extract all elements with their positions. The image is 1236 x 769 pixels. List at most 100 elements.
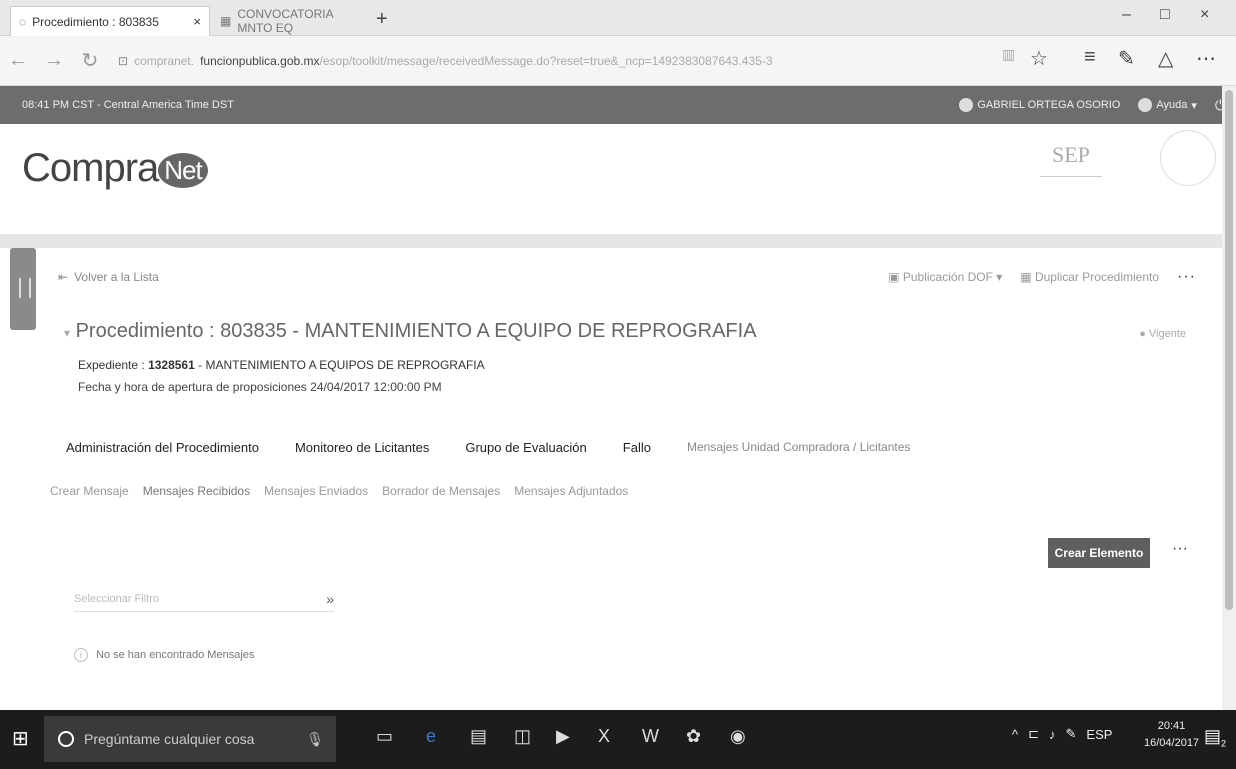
hub-icon[interactable]: ≡ <box>1084 46 1096 69</box>
more-icon[interactable]: ⋯ <box>1196 46 1216 71</box>
help-label: Ayuda <box>1156 99 1188 111</box>
close-window-button[interactable]: × <box>1200 6 1209 24</box>
reading-view-icon[interactable]: ▥ <box>1002 46 1015 63</box>
create-more-button[interactable]: ··· <box>1172 540 1188 558</box>
more-actions-button[interactable]: ··· <box>1177 268 1196 286</box>
time-zone-label: 08:41 PM CST - Central America Time DST <box>22 99 234 111</box>
forward-button[interactable]: → <box>36 49 72 72</box>
user-name: GABRIEL ORTEGA OSORIO <box>977 99 1121 111</box>
browser-tab-inactive[interactable]: ▦ CONVOCATORIA MNTO EQ <box>212 6 372 36</box>
filter-select[interactable]: Seleccionar Filtro » <box>74 586 334 612</box>
collapse-icon[interactable]: ▾ <box>64 326 70 340</box>
main-tabs: Administración del Procedimiento Monitor… <box>66 440 910 455</box>
tab-fallo[interactable]: Fallo <box>623 440 651 455</box>
subtab-mensajes-recibidos[interactable]: Mensajes Recibidos <box>143 484 250 498</box>
url-path: /esop/toolkit/message/receivedMessage.do… <box>319 53 773 68</box>
subtab-borrador[interactable]: Borrador de Mensajes <box>382 484 500 498</box>
lock-icon: ⊡ <box>118 53 129 68</box>
page-actions: ▣ Publicación DOF ▾ ▦ Duplicar Procedimi… <box>888 268 1196 286</box>
windows-taskbar: ⊞ Pregúntame cualquier cosa 🎙 ▭ e ▤ ◫ ▶ … <box>0 710 1236 769</box>
edge-icon[interactable]: e <box>426 726 436 747</box>
note-icon[interactable]: ✎ <box>1118 46 1135 71</box>
media-icon[interactable]: ▶ <box>556 726 570 747</box>
create-element-button[interactable]: Crear Elemento <box>1048 538 1150 568</box>
maximize-button[interactable]: □ <box>1160 6 1170 24</box>
status-badge: ● Vigente <box>1139 328 1186 340</box>
cortana-icon <box>58 731 74 747</box>
minimize-button[interactable]: – <box>1122 6 1131 24</box>
tab-grupo-evaluacion[interactable]: Grupo de Evaluación <box>465 440 586 455</box>
sep-logo: SEP <box>1040 142 1102 177</box>
tab-mensajes[interactable]: Mensajes Unidad Compradora / Licitantes <box>687 440 910 455</box>
back-button[interactable]: ← <box>0 49 36 72</box>
microphone-icon[interactable]: 🎙 <box>306 731 324 748</box>
help-icon <box>1138 98 1153 112</box>
pen-icon[interactable]: ✎ <box>1066 726 1077 742</box>
taskbar-search[interactable]: Pregúntame cualquier cosa 🎙 <box>44 716 336 762</box>
clock-time: 20:41 <box>1157 720 1186 732</box>
favorite-icon[interactable]: ☆ <box>1030 46 1048 71</box>
notification-count: 2 <box>1221 738 1227 749</box>
government-seal <box>1160 130 1216 186</box>
search-placeholder: Pregúntame cualquier cosa <box>84 731 255 747</box>
network-icon[interactable]: ⊏ <box>1028 726 1039 742</box>
back-to-list-link[interactable]: ⇤ Volver a la Lista <box>58 270 159 284</box>
scrollbar-thumb[interactable] <box>1225 90 1233 610</box>
empty-state: i No se han encontrado Mensajes <box>74 648 254 662</box>
tab-close-icon[interactable]: × <box>193 14 201 29</box>
publicacion-dof-link[interactable]: ▣ Publicación DOF ▾ <box>888 270 1002 284</box>
word-icon[interactable]: W <box>642 726 659 747</box>
side-panel-handle[interactable] <box>10 248 36 330</box>
tab-title: Procedimiento : 803835 <box>32 14 159 29</box>
compranet-logo: Compra Net <box>22 146 208 191</box>
start-button[interactable]: ⊞ <box>12 726 29 751</box>
divider-band <box>0 234 1236 248</box>
action-center-icon[interactable]: ▤2 <box>1204 726 1226 749</box>
system-tray: ^ ⊏ ♪ ✎ ESP <box>1012 726 1112 742</box>
address-bar: ← → ↻ ⊡ compranet. funcionpublica.gob.mx /… <box>0 36 1236 86</box>
language-indicator[interactable]: ESP <box>1086 727 1112 742</box>
volume-icon[interactable]: ♪ <box>1049 727 1056 742</box>
chevron-up-icon[interactable]: ^ <box>1012 727 1018 742</box>
sub-tabs: Crear Mensaje Mensajes Recibidos Mensaje… <box>50 484 628 498</box>
chrome-icon[interactable]: ◉ <box>730 726 746 747</box>
help-menu[interactable]: Ayuda ▾ <box>1138 98 1197 112</box>
tab-administracion[interactable]: Administración del Procedimiento <box>66 440 259 455</box>
browser-tab-active[interactable]: ◌ Procedimiento : 803835 × <box>10 6 210 36</box>
url-prefix: compranet. <box>134 53 195 68</box>
tab-monitoreo[interactable]: Monitoreo de Licitantes <box>295 440 429 455</box>
main-content: ⇤ Volver a la Lista ▣ Publicación DOF ▾ … <box>0 248 1236 710</box>
chevron-down-icon: ▾ <box>1191 99 1197 112</box>
user-icon <box>959 98 974 112</box>
store-icon[interactable]: ◫ <box>514 726 531 747</box>
tab-title: CONVOCATORIA MNTO EQ <box>237 7 333 35</box>
task-view-icon[interactable]: ▭ <box>376 726 393 747</box>
refresh-button[interactable]: ↻ <box>72 48 108 73</box>
expediente-line: Expediente : 1328561 - MANTENIMIENTO A E… <box>78 358 485 372</box>
duplicar-link[interactable]: ▦ Duplicar Procedimiento <box>1020 270 1159 284</box>
info-icon: i <box>74 648 88 662</box>
url-field[interactable]: ⊡ compranet. funcionpublica.gob.mx/esop/t… <box>118 54 773 68</box>
app-header-bar: 08:41 PM CST - Central America Time DST … <box>0 86 1236 124</box>
tab-favicon-icon: ◌ <box>19 14 27 29</box>
brand-strip: Compra Net SEP <box>0 124 1236 234</box>
clock-date: 16/04/2017 <box>1144 737 1200 749</box>
vertical-scrollbar[interactable] <box>1222 86 1236 710</box>
subtab-mensajes-enviados[interactable]: Mensajes Enviados <box>264 484 368 498</box>
tab-document-icon: ▦ <box>220 14 232 28</box>
subtab-adjuntados[interactable]: Mensajes Adjuntados <box>514 484 628 498</box>
paint-icon[interactable]: ✿ <box>686 726 701 747</box>
chevron-down-icon: » <box>326 590 334 607</box>
taskbar-clock[interactable]: 20:41 16/04/2017 <box>1144 718 1199 752</box>
filter-placeholder: Seleccionar Filtro <box>74 592 159 605</box>
new-tab-button[interactable]: + <box>376 8 388 31</box>
file-explorer-icon[interactable]: ▤ <box>470 726 487 747</box>
excel-icon[interactable]: X <box>598 726 610 747</box>
share-icon[interactable]: △ <box>1158 46 1173 71</box>
page-title: ▾ Procedimiento : 803835 - MANTENIMIENTO… <box>64 320 757 342</box>
user-menu[interactable]: GABRIEL ORTEGA OSORIO <box>959 98 1120 112</box>
arrow-left-icon: ⇤ <box>58 270 69 284</box>
url-domain: funcionpublica.gob.mx <box>200 53 320 68</box>
subtab-crear-mensaje[interactable]: Crear Mensaje <box>50 484 129 498</box>
browser-tab-bar: ◌ Procedimiento : 803835 × ▦ CONVOCATORI… <box>0 0 1236 36</box>
